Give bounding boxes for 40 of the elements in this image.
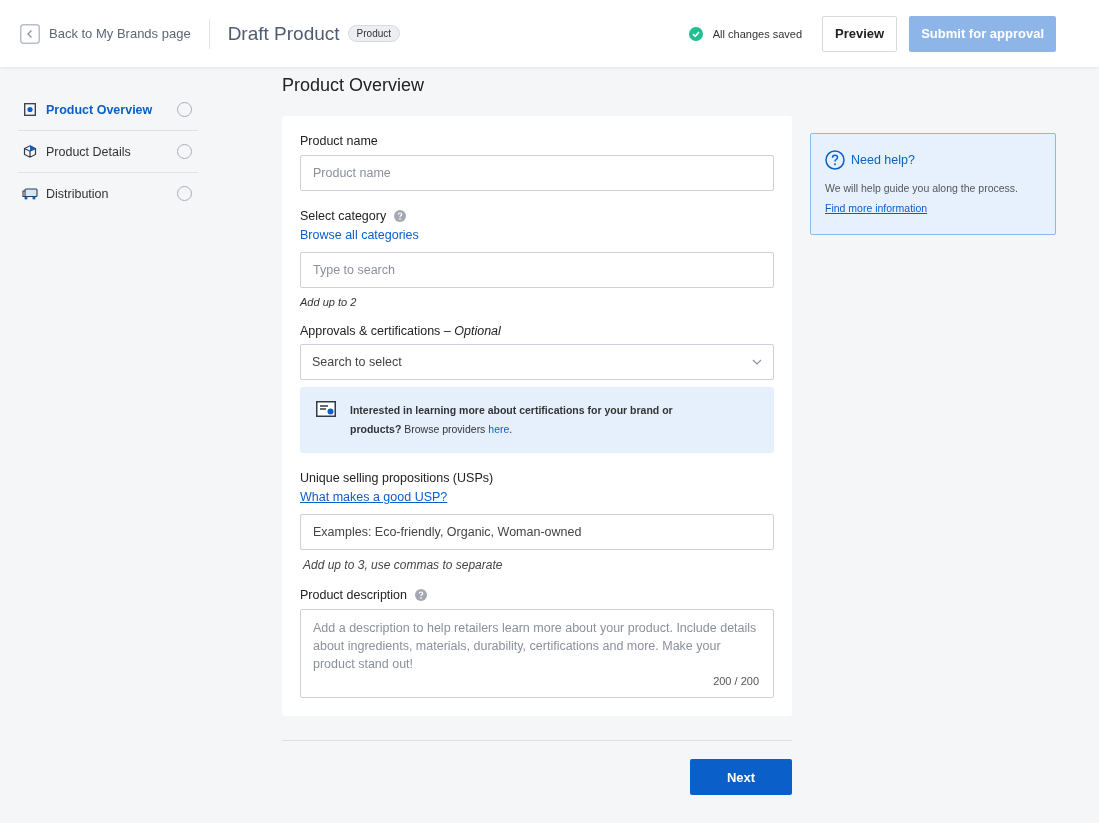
help-icon [825, 150, 845, 170]
document-icon [22, 103, 38, 116]
help-text: We will help guide you along the process. [825, 182, 1019, 194]
field-label: Unique selling propositions (USPs) [300, 471, 494, 485]
field-label: Approvals & certifications – Optional [300, 324, 501, 338]
more-info-link[interactable]: Find more information [825, 202, 928, 214]
certificate-icon [316, 401, 336, 417]
field-label: Product name [300, 134, 378, 148]
field-hint: Add up to 2 [300, 296, 357, 308]
usp-help-link[interactable]: What makes a good USP? [300, 490, 448, 504]
category-search-field[interactable]: Type to search [300, 252, 774, 288]
field-label: Select category [300, 209, 387, 223]
step-item[interactable]: Product Details [18, 131, 198, 173]
step-item[interactable]: Product Overview [18, 89, 198, 131]
field-label: Product description [300, 588, 407, 602]
truck-icon [22, 187, 38, 200]
section-title: Product Overview [282, 75, 426, 96]
chevron-down-icon [752, 359, 762, 365]
step-item[interactable]: Distribution [18, 173, 198, 214]
check-circle-icon [688, 26, 703, 41]
description-field[interactable]: Add a description to help retailers learn more about your product. Include details about ingredients, materials, durability, certifications and more. Make your product stand out! 200 / 200 [300, 609, 774, 698]
page-heading: Draft Product [227, 22, 340, 45]
usp-field[interactable]: Examples: Eco-friendly, Organic, Woman-owned [300, 514, 774, 550]
help-icon[interactable] [394, 210, 407, 222]
product-name-field[interactable]: Product name [300, 155, 774, 191]
help-title: Need help? [851, 153, 915, 167]
back-link-text[interactable]: Back to My Brands page [49, 26, 191, 41]
browse-categories-link[interactable]: Browse all categories [300, 228, 419, 242]
certifications-dropdown[interactable]: Search to select [300, 344, 774, 380]
next-button[interactable]: Next [690, 759, 792, 795]
chevron-left-icon [20, 23, 40, 44]
info-text: Interested in learning more about certifications for your brand or products? Browse providers here. [350, 403, 674, 437]
help-icon[interactable] [415, 589, 427, 601]
type-badge: Product [347, 25, 401, 42]
character-counter: 200 / 200 [713, 675, 759, 687]
back-link[interactable]: Back to My Brands page [20, 23, 191, 44]
box-icon [22, 145, 38, 158]
field-hint: Add up to 3, use commas to separate [303, 558, 503, 572]
save-status: All changes saved [712, 27, 803, 40]
preview-button[interactable]: Preview [822, 15, 898, 52]
